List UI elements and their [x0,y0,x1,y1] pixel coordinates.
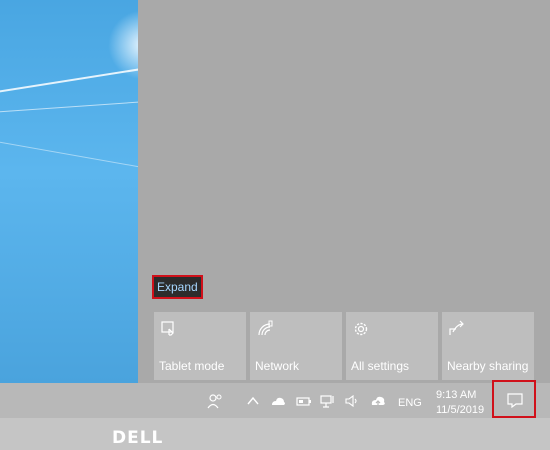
action-center-panel: Expand Tablet mode Network All settings [138,0,550,383]
gear-icon [354,322,368,336]
tile-all-settings[interactable]: All settings [346,312,438,380]
tile-label: Tablet mode [159,359,225,373]
onedrive-icon[interactable] [270,393,286,409]
network-icon [258,320,273,336]
monitor-bezel [0,418,550,450]
action-center-button[interactable] [492,380,536,418]
expand-link[interactable]: Expand [152,275,203,299]
clock-date: 11/5/2019 [436,404,485,416]
clock[interactable]: 9:13 AM 11/5/2019 [436,388,484,418]
clock-time: 9:13 AM [436,389,477,401]
tile-nearby-sharing[interactable]: Nearby sharing [442,312,534,380]
notification-icon [507,393,523,408]
tile-label: Network [255,359,300,373]
nearby-sharing-icon [449,320,464,335]
chevron-up-icon[interactable] [245,393,261,409]
tablet-mode-icon [161,321,174,336]
network-wired-icon[interactable] [320,393,336,409]
tile-label: All settings [351,359,410,373]
taskbar: ENG 9:13 AM 11/5/2019 [0,380,550,418]
people-icon[interactable] [207,393,223,409]
wallpaper-beam [0,100,138,113]
tile-tablet-mode[interactable]: Tablet mode [154,312,246,380]
upload-icon[interactable] [370,393,386,409]
quick-actions: Tablet mode Network All settings Nearby … [154,312,534,380]
battery-icon[interactable] [296,393,312,409]
tile-network[interactable]: Network [250,312,342,380]
desktop-wallpaper [0,0,138,383]
wallpaper-beam [0,140,138,171]
tile-label: Nearby sharing [447,359,529,373]
volume-icon[interactable] [344,393,360,409]
dell-logo: DELL [112,428,164,448]
language-indicator[interactable]: ENG [398,397,422,409]
